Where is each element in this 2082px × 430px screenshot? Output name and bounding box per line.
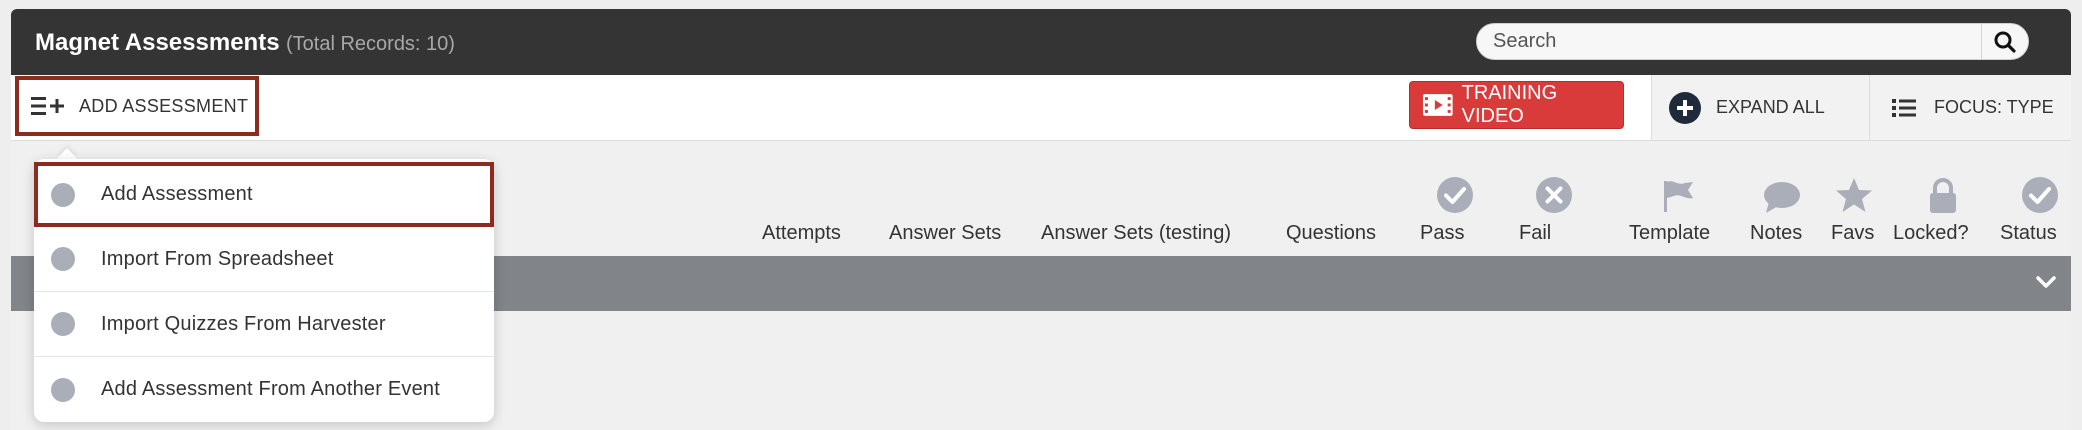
expand-all-button[interactable]: EXPAND ALL [1651, 75, 1869, 140]
column-header-favs[interactable]: Favs [1831, 222, 1874, 245]
column-header-fail[interactable]: Fail [1519, 222, 1551, 245]
menu-item-label: Add Assessment From Another Event [101, 378, 440, 400]
expand-all-label: EXPAND ALL [1716, 97, 1825, 117]
pass-check-circle-icon [1437, 177, 1473, 213]
column-header-pass[interactable]: Pass [1420, 222, 1464, 245]
column-header-questions[interactable]: Questions [1286, 222, 1376, 245]
search-icon [1994, 31, 2016, 53]
list-plus-icon [31, 97, 64, 115]
toolbar: ADD ASSESSMENT TRAINING VIDEO EXPAND ALL… [11, 75, 2071, 141]
list-icon [1892, 98, 1916, 117]
column-header-attempts[interactable]: Attempts [762, 222, 841, 245]
menu-item-add-assessment-from-another-event[interactable]: Add Assessment From Another Event [34, 357, 494, 422]
header-bar: Magnet Assessments (Total Records: 10) [11, 9, 2071, 75]
add-assessment-label: ADD ASSESSMENT [79, 95, 249, 116]
page-title: Magnet Assessments [35, 29, 280, 56]
column-header-answer-sets-testing[interactable]: Answer Sets (testing) [1041, 222, 1231, 245]
menu-item-import-quizzes-from-harvester[interactable]: Import Quizzes From Harvester [34, 292, 494, 357]
add-assessment-button[interactable]: ADD ASSESSMENT [15, 76, 259, 136]
radio-icon [51, 377, 75, 402]
search-input[interactable] [1477, 24, 1982, 59]
menu-item-add-assessment[interactable]: Add Assessment [34, 162, 494, 227]
search-button[interactable] [1981, 24, 2028, 59]
training-video-label: TRAINING VIDEO [1461, 82, 1558, 127]
radio-icon [51, 247, 75, 271]
menu-item-label: Import Quizzes From Harvester [101, 312, 386, 335]
status-check-circle-icon [2022, 177, 2058, 213]
menu-item-label: Import From Spreadsheet [101, 247, 334, 270]
focus-type-label: FOCUS: TYPE [1934, 97, 2054, 117]
app-window: Magnet Assessments (Total Records: 10) A… [11, 9, 2071, 430]
column-header-answer-sets[interactable]: Answer Sets [889, 222, 1001, 245]
focus-type-button[interactable]: FOCUS: TYPE [1869, 75, 2071, 140]
locked-lock-icon [1930, 178, 1956, 213]
plus-circle-icon [1669, 91, 1701, 124]
video-icon [1422, 94, 1453, 116]
radio-icon [51, 312, 75, 336]
column-header-template[interactable]: Template [1629, 222, 1710, 245]
menu-item-label: Add Assessment [101, 183, 253, 205]
column-header-notes[interactable]: Notes [1750, 222, 1802, 245]
column-header-status[interactable]: Status [2000, 222, 2057, 245]
notes-speech-bubble-icon [1764, 182, 1800, 213]
favs-star-icon [1836, 178, 1872, 212]
template-flag-icon [1664, 181, 1693, 212]
training-video-button[interactable]: TRAINING VIDEO [1409, 81, 1624, 129]
column-header-locked[interactable]: Locked? [1893, 222, 1969, 245]
chevron-down-icon[interactable] [2035, 274, 2057, 290]
record-count: (Total Records: 10) [286, 33, 455, 55]
menu-item-import-from-spreadsheet[interactable]: Import From Spreadsheet [34, 227, 494, 292]
search-box [1476, 23, 2029, 60]
add-assessment-dropdown: Add Assessment Import From Spreadsheet I… [34, 159, 494, 422]
fail-x-circle-icon [1536, 177, 1572, 213]
radio-icon [51, 182, 75, 207]
